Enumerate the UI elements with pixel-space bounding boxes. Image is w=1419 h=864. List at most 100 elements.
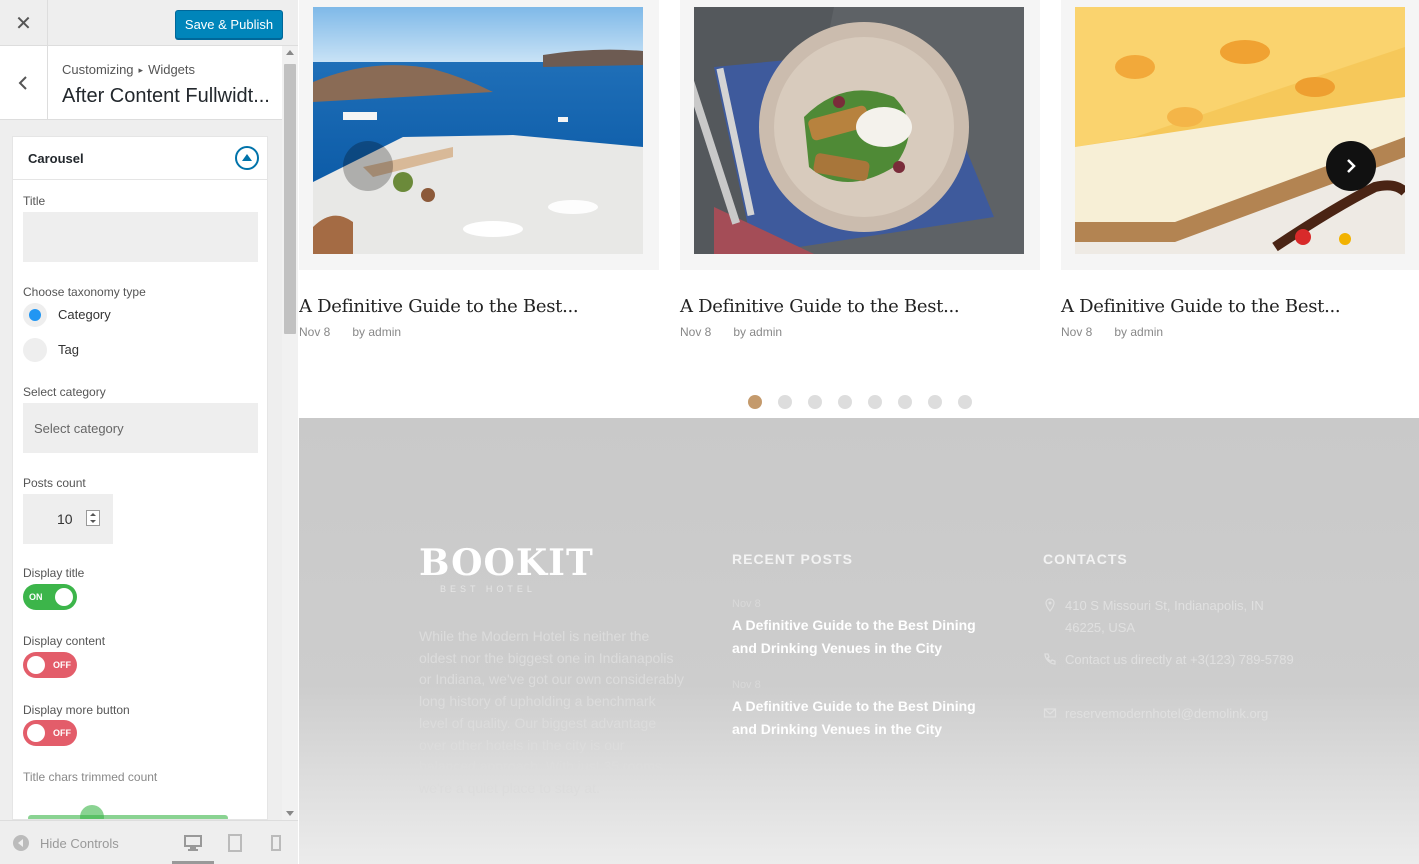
toggle-state: OFF bbox=[53, 660, 71, 670]
toggle-knob bbox=[27, 656, 45, 674]
carousel-widget-panel: Carousel Title Choose taxonomy type Cate… bbox=[12, 136, 268, 820]
site-logo-tagline: BEST HOTEL bbox=[440, 584, 536, 594]
toggle-knob bbox=[27, 724, 45, 742]
email-text[interactable]: reservemodernhotel@demolink.org bbox=[1065, 703, 1295, 725]
posts-count-label: Posts count bbox=[23, 476, 86, 490]
category-select[interactable]: Select category bbox=[23, 403, 258, 453]
recent-post-date: Nov 8 bbox=[732, 679, 761, 691]
breadcrumb-root: Customizing bbox=[62, 62, 134, 77]
scroll-down-icon[interactable] bbox=[286, 811, 294, 816]
widget-header[interactable]: Carousel bbox=[13, 137, 267, 180]
post-meta: Nov 8 by admin bbox=[1061, 325, 1163, 339]
posts-count-value: 10 bbox=[57, 511, 73, 527]
post-author[interactable]: by admin bbox=[352, 325, 401, 339]
mobile-icon[interactable] bbox=[266, 833, 286, 853]
close-customizer-button[interactable]: ✕ bbox=[0, 0, 48, 46]
posts-count-input[interactable]: 10 bbox=[23, 494, 113, 544]
radio-category[interactable] bbox=[23, 303, 47, 327]
customizer-window: ✕ Save & Publish Customizing ▸ Widgets Aft… bbox=[0, 0, 1419, 864]
display-title-label: Display title bbox=[23, 566, 85, 580]
post-meta: Nov 8 by admin bbox=[299, 325, 401, 339]
contacts-heading: CONTACTS bbox=[1043, 551, 1128, 567]
carousel-card[interactable] bbox=[1061, 0, 1419, 270]
slider-handle[interactable] bbox=[80, 805, 104, 819]
chevron-right-icon bbox=[1347, 159, 1356, 173]
phone-text[interactable]: Contact us directly at +3(123) 789-5789 bbox=[1065, 649, 1295, 671]
pagination-dot[interactable] bbox=[898, 395, 912, 409]
hide-controls-label: Hide Controls bbox=[40, 835, 119, 851]
display-content-toggle[interactable]: OFF bbox=[23, 652, 77, 678]
carousel-next-button[interactable] bbox=[1326, 141, 1376, 191]
breadcrumb-section: Widgets bbox=[148, 62, 196, 77]
address-text: 410 S Missouri St, Indianapolis, IN 4622… bbox=[1065, 598, 1264, 635]
category-select-label: Select category bbox=[23, 385, 106, 399]
collapse-arrow-icon bbox=[13, 835, 29, 851]
title-input[interactable] bbox=[23, 212, 258, 262]
desktop-icon[interactable] bbox=[183, 833, 203, 853]
recent-posts-heading: RECENT POSTS bbox=[732, 551, 853, 567]
carousel-card[interactable] bbox=[680, 0, 1040, 270]
display-more-label: Display more button bbox=[23, 703, 130, 717]
breadcrumb: Customizing ▸ Widgets bbox=[62, 62, 195, 77]
pagination-dot[interactable] bbox=[958, 395, 972, 409]
post-date: Nov 8 bbox=[299, 325, 331, 339]
radio-category-label: Category bbox=[58, 307, 111, 322]
sidebar-scrollbar[interactable] bbox=[282, 46, 298, 820]
carousel-card[interactable] bbox=[299, 0, 659, 270]
display-more-toggle[interactable]: OFF bbox=[23, 720, 77, 746]
stepper-icon[interactable] bbox=[86, 510, 100, 526]
post-author[interactable]: by admin bbox=[1114, 325, 1163, 339]
toggle-state: OFF bbox=[53, 728, 71, 738]
santorini-sea-photo[interactable] bbox=[313, 7, 643, 254]
pagination-dot[interactable] bbox=[838, 395, 852, 409]
post-meta: Nov 8 by admin bbox=[680, 325, 782, 339]
save-publish-button[interactable]: Save & Publish bbox=[175, 10, 283, 39]
post-title[interactable]: A Definitive Guide to the Best... bbox=[680, 296, 960, 317]
radio-tag[interactable] bbox=[23, 338, 47, 362]
display-content-label: Display content bbox=[23, 634, 106, 648]
envelope-icon bbox=[1043, 708, 1057, 718]
scrollbar-thumb[interactable] bbox=[284, 64, 296, 334]
sidebar-footer: Hide Controls bbox=[0, 820, 298, 864]
chevron-left-icon bbox=[18, 76, 27, 90]
contact-email: reservemodernhotel@demolink.org bbox=[1043, 703, 1295, 725]
recent-post-date: Nov 8 bbox=[732, 598, 761, 610]
title-field-label: Title bbox=[23, 194, 46, 208]
pagination-dot[interactable] bbox=[868, 395, 882, 409]
taxonomy-label: Choose taxonomy type bbox=[23, 285, 146, 299]
breadcrumb-separator-icon: ▸ bbox=[138, 65, 144, 75]
carousel-pagination bbox=[748, 395, 988, 409]
scroll-up-icon[interactable] bbox=[286, 50, 294, 55]
toggle-state: ON bbox=[29, 592, 43, 602]
hide-controls-button[interactable]: Hide Controls bbox=[13, 835, 119, 851]
contact-phone: Contact us directly at +3(123) 789-5789 bbox=[1043, 649, 1295, 671]
tablet-icon[interactable] bbox=[225, 833, 245, 853]
back-button[interactable] bbox=[0, 46, 48, 120]
pagination-dot[interactable] bbox=[778, 395, 792, 409]
post-author[interactable]: by admin bbox=[733, 325, 782, 339]
title-chars-label: Title chars trimmed count bbox=[23, 770, 158, 784]
contact-address: 410 S Missouri St, Indianapolis, IN 4622… bbox=[1043, 595, 1295, 639]
sidebar-topbar: ✕ Save & Publish bbox=[0, 0, 298, 46]
pagination-dot[interactable] bbox=[748, 395, 762, 409]
section-header: Customizing ▸ Widgets After Content Fullwi… bbox=[0, 46, 282, 120]
post-title[interactable]: A Definitive Guide to the Best... bbox=[1061, 296, 1341, 317]
pagination-dot[interactable] bbox=[928, 395, 942, 409]
customizer-sidebar: ✕ Save & Publish Customizing ▸ Widgets Aft… bbox=[0, 0, 298, 864]
recent-post-title[interactable]: A Definitive Guide to the Best Dining an… bbox=[732, 695, 1002, 741]
pagination-dot[interactable] bbox=[808, 395, 822, 409]
fish-salad-plate-photo[interactable] bbox=[694, 7, 1024, 254]
toggle-knob bbox=[55, 588, 73, 606]
site-logo[interactable]: BOOKIT bbox=[419, 542, 594, 584]
cheesecake-photo[interactable] bbox=[1075, 7, 1405, 254]
widget-title: Carousel bbox=[28, 151, 84, 166]
recent-post-title[interactable]: A Definitive Guide to the Best Dining an… bbox=[732, 614, 1002, 660]
phone-icon bbox=[1044, 653, 1056, 665]
display-title-toggle[interactable]: ON bbox=[23, 584, 77, 610]
post-title[interactable]: A Definitive Guide to the Best... bbox=[299, 296, 579, 317]
section-title: After Content Fullwidt... bbox=[62, 85, 270, 107]
collapse-widget-icon[interactable] bbox=[235, 146, 259, 170]
carousel-prev-button[interactable] bbox=[343, 141, 393, 191]
map-pin-icon bbox=[1045, 598, 1055, 612]
site-preview: A Definitive Guide to the Best... Nov 8 b… bbox=[299, 0, 1419, 864]
